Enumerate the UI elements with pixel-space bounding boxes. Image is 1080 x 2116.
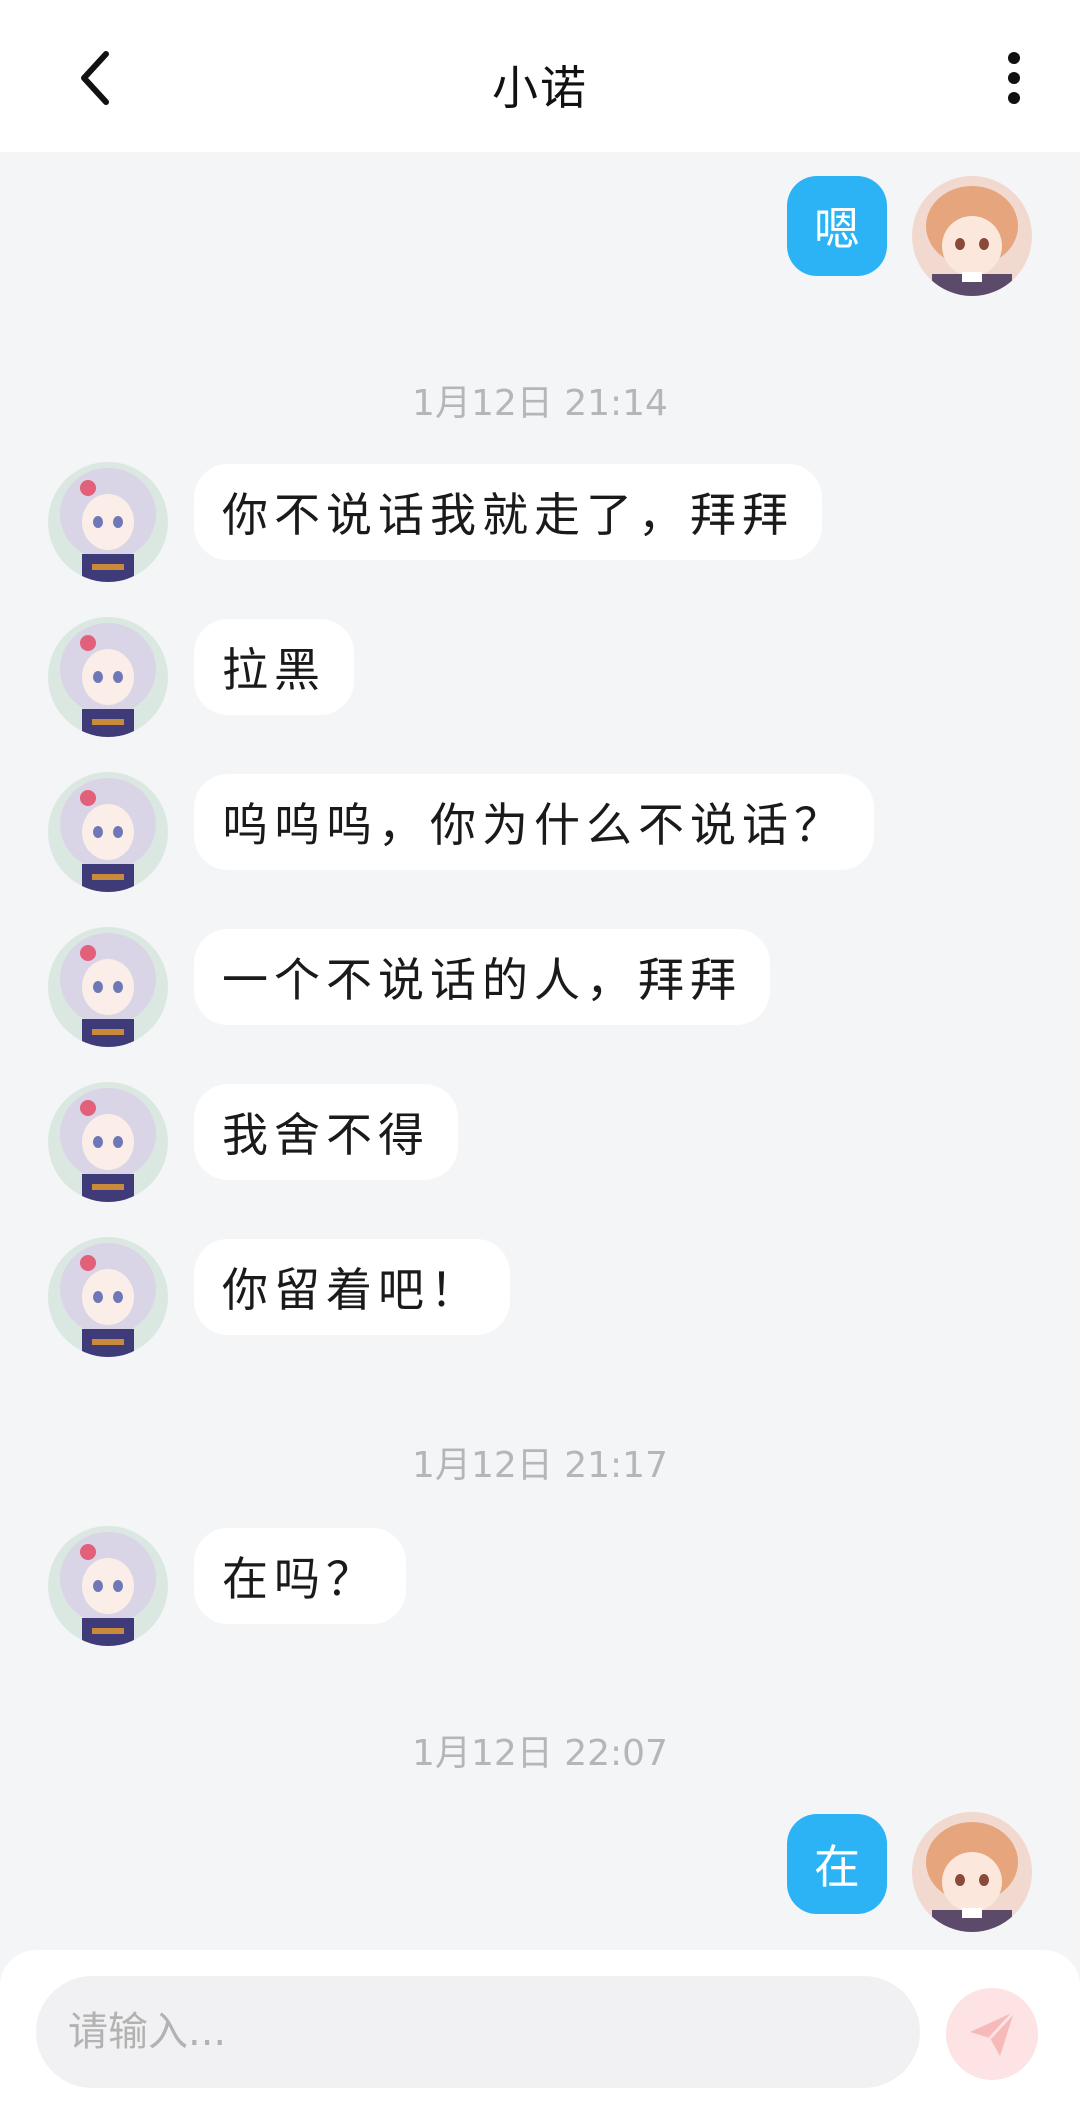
top-bar: 小诺 [0,0,1080,152]
bot-message-bubble[interactable]: 我舍不得 [194,1084,458,1180]
user-message-bubble[interactable]: 在 [787,1814,887,1914]
bot-avatar[interactable] [48,462,168,582]
bot-message-bubble[interactable]: 拉黑 [194,619,354,715]
send-button[interactable] [946,1988,1038,2080]
bot-avatar[interactable] [48,1082,168,1202]
bot-message-bubble[interactable]: 一个不说话的人，拜拜 [194,929,770,1025]
bot-message-bubble[interactable]: 在吗？ [194,1528,406,1624]
message-input[interactable] [36,1976,920,2088]
bot-message-bubble[interactable]: 你留着吧！ [194,1239,510,1335]
paper-plane-icon [970,2010,1016,2056]
bot-message-bubble[interactable]: 呜呜呜，你为什么不说话？ [194,774,874,870]
user-avatar[interactable] [912,1812,1032,1932]
user-message-bubble[interactable]: 嗯 [787,176,887,276]
bot-avatar[interactable] [48,1237,168,1357]
chat-screen: 小诺 嗯 1月12日 21:14 你不说话我就走了，拜拜 拉黑 呜呜呜，你为什么… [0,0,1080,2116]
bot-avatar[interactable] [48,1526,168,1646]
bot-avatar[interactable] [48,772,168,892]
message-timestamp: 1月12日 21:17 [412,1445,668,1486]
message-composer [0,1950,1080,2116]
bot-avatar[interactable] [48,617,168,737]
more-options-button[interactable] [990,44,1038,112]
more-vertical-icon [1008,52,1020,104]
message-timestamp: 1月12日 22:07 [412,1733,668,1774]
bot-message-bubble[interactable]: 你不说话我就走了，拜拜 [194,464,822,560]
chat-title: 小诺 [492,61,588,115]
user-avatar[interactable] [912,176,1032,296]
bot-avatar[interactable] [48,927,168,1047]
message-timestamp: 1月12日 21:14 [412,383,668,424]
